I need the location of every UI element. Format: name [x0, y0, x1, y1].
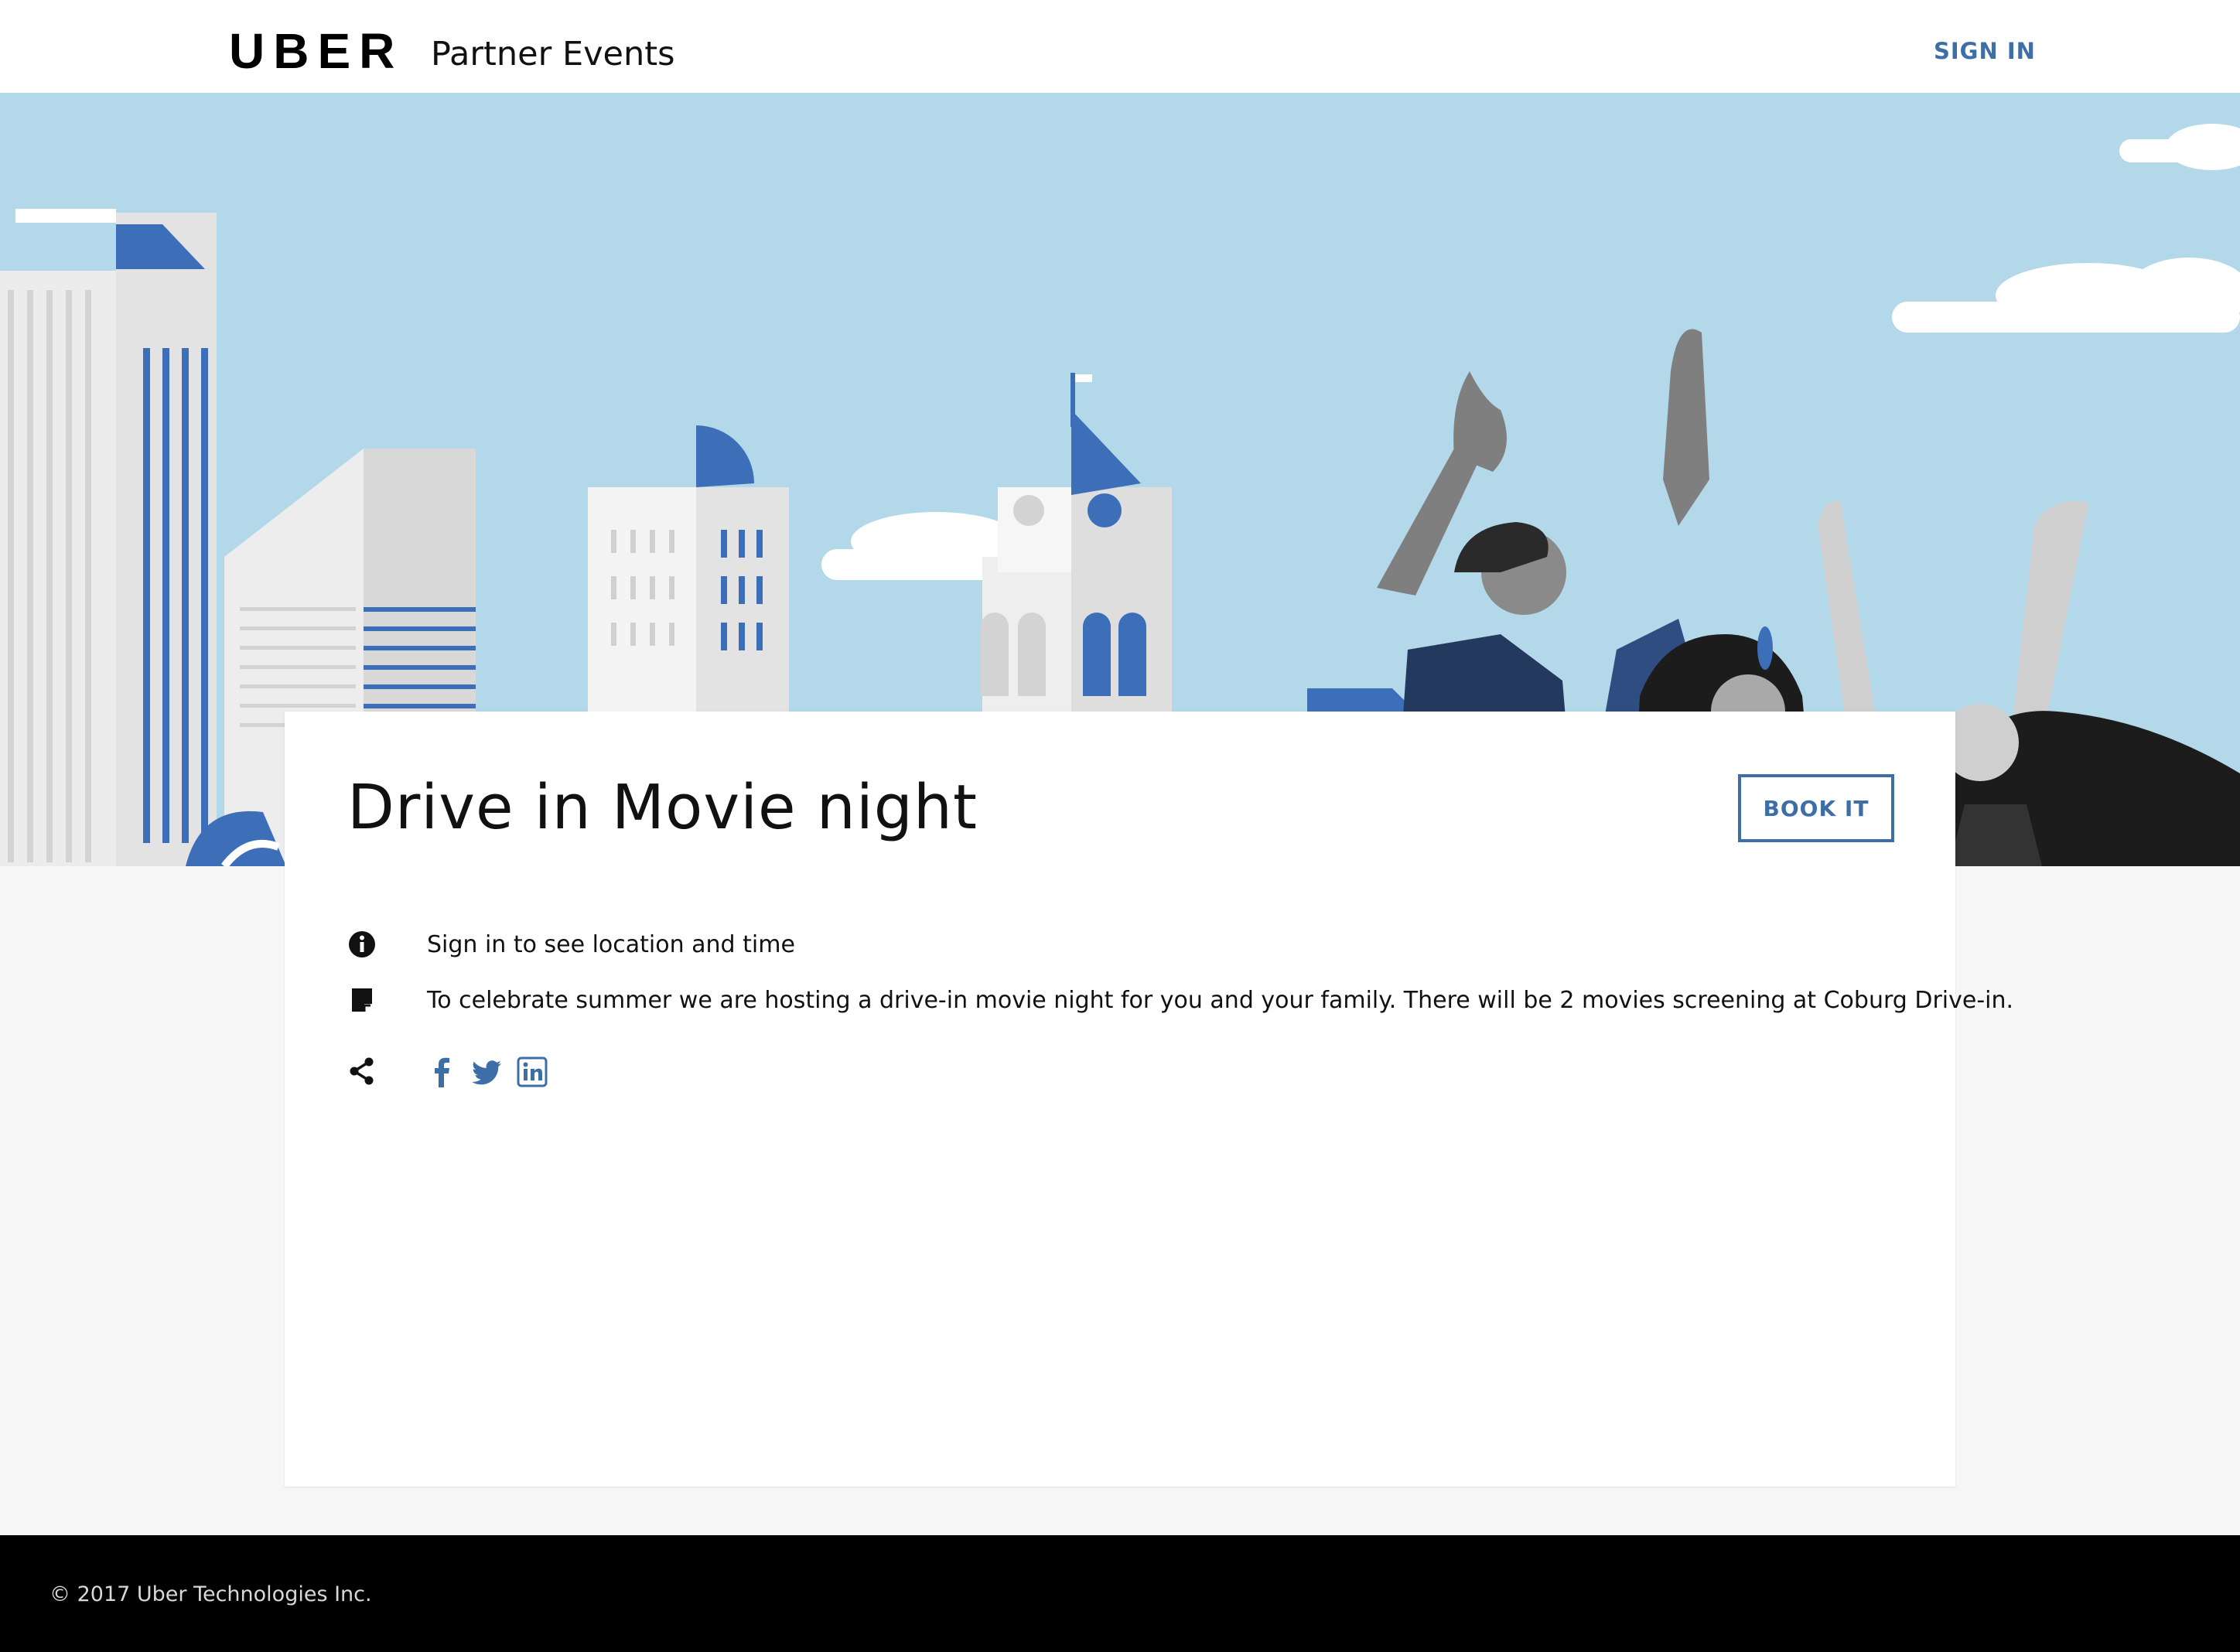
book-it-button[interactable]: BOOK IT: [1738, 774, 1894, 842]
location-info-text: Sign in to see location and time: [427, 931, 795, 958]
twitter-icon[interactable]: [472, 1056, 503, 1087]
social-links: [427, 1053, 548, 1091]
location-row: Sign in to see location and time: [347, 927, 1933, 964]
site-footer: © 2017 Uber Technologies Inc.: [0, 1535, 2240, 1652]
uber-logo[interactable]: UBER: [229, 23, 403, 79]
product-name: Partner Events: [431, 35, 675, 73]
share-icon: [350, 1057, 374, 1085]
event-title: Drive in Movie night: [347, 772, 978, 843]
linkedin-icon[interactable]: [517, 1056, 548, 1087]
share-row: [347, 1053, 1933, 1091]
event-description: To celebrate summer we are hosting a dri…: [427, 987, 2014, 1014]
note-icon: [352, 988, 372, 1012]
event-card: Drive in Movie night BOOK IT Sign in to …: [285, 712, 2013, 1486]
description-row: To celebrate summer we are hosting a dri…: [347, 982, 2013, 1019]
copyright-text: © 2017 Uber Technologies Inc.: [50, 1582, 372, 1606]
info-icon: [349, 931, 375, 957]
sign-in-link[interactable]: SIGN IN: [1934, 36, 2036, 67]
facebook-icon[interactable]: [427, 1056, 458, 1087]
site-header: UBER Partner Events SIGN IN: [0, 0, 2240, 93]
